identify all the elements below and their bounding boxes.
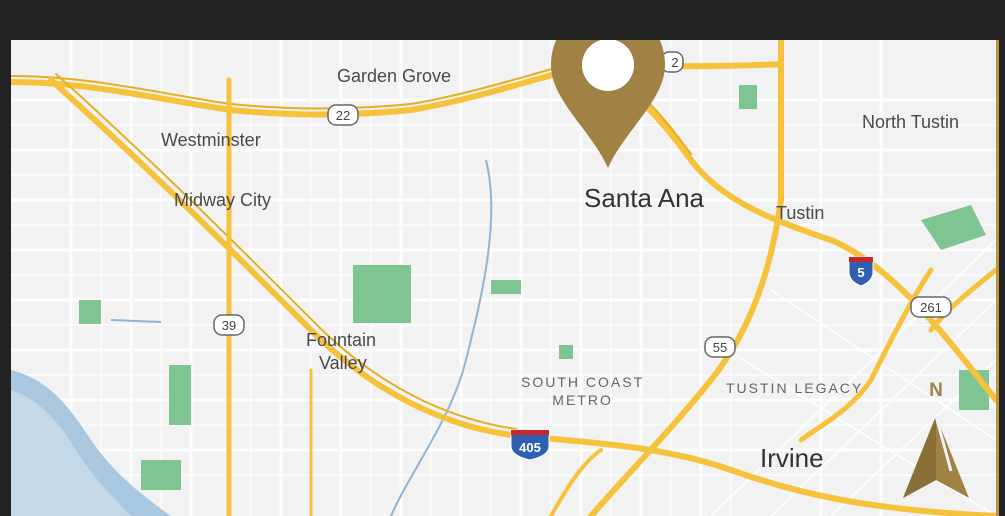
north-arrow-icon xyxy=(903,415,969,498)
i405-shield: 405 xyxy=(510,429,550,461)
place-north-tustin: North Tustin xyxy=(862,112,960,132)
right-frame xyxy=(998,0,1005,516)
place-fountain-valley-line1: Fountain xyxy=(306,330,377,350)
svg-text:22: 22 xyxy=(336,108,350,123)
sr261-shield: 261 xyxy=(910,296,952,318)
place-tustin: Tustin xyxy=(776,203,825,223)
place-westminster: Westminster xyxy=(161,130,261,150)
svg-text:55: 55 xyxy=(713,340,727,355)
place-santa-ana: Santa Ana xyxy=(584,183,704,213)
gold-border xyxy=(996,40,999,516)
compass-label: N xyxy=(929,380,943,401)
place-fountain-valley-line2: Valley xyxy=(319,353,367,373)
place-tustin-legacy: TUSTIN LEGACY xyxy=(726,380,864,396)
map-view[interactable]: 22 2 39 55 261 5 405 Garden Grove Westmi… xyxy=(11,40,996,516)
place-south-coast-metro-line1: SOUTH COAST xyxy=(521,374,645,390)
top-bar xyxy=(0,0,1005,40)
map-canvas[interactable]: 22 2 39 55 261 5 405 xyxy=(11,40,996,516)
svg-text:39: 39 xyxy=(222,318,236,333)
place-south-coast-metro-line2: METRO xyxy=(552,392,613,408)
svg-text:2: 2 xyxy=(671,55,678,70)
svg-text:5: 5 xyxy=(857,265,864,280)
place-irvine: Irvine xyxy=(760,443,824,473)
sr22-shield: 22 xyxy=(327,104,359,126)
place-garden-grove: Garden Grove xyxy=(337,66,452,86)
sr55-shield: 55 xyxy=(704,336,736,358)
svg-text:261: 261 xyxy=(920,300,942,315)
left-frame xyxy=(0,0,11,516)
compass: N xyxy=(891,376,981,501)
svg-text:405: 405 xyxy=(519,440,541,455)
sr39-shield: 39 xyxy=(213,314,245,336)
place-south-coast-metro: SOUTH COAST METRO xyxy=(521,373,644,409)
place-midway-city: Midway City xyxy=(174,190,272,210)
